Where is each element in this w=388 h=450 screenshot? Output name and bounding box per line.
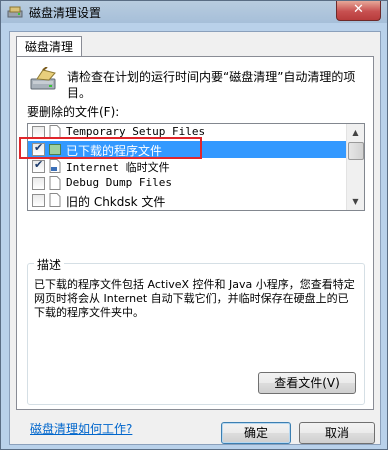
close-button[interactable]: ✕ (336, 1, 381, 21)
view-files-button[interactable]: 查看文件(V) (258, 372, 356, 394)
dialog-client-area: 磁盘清理 请检查在计划的运行时间内要“磁盘清理”自动清理的项目。 要删除的文件(… (9, 31, 381, 445)
file-icon (49, 193, 61, 207)
how-disk-cleanup-works-link[interactable]: 磁盘清理如何工作? (30, 420, 132, 437)
list-scrollbar[interactable]: ▲ ▼ (346, 124, 364, 210)
description-title: 描述 (34, 256, 65, 273)
list-item[interactable]: Internet 临时文件 (28, 158, 346, 175)
title-bar[interactable]: 磁盘清理设置 ✕ (1, 1, 387, 23)
list-item-label: 旧的 Chkdsk 文件 (66, 195, 166, 209)
tab-panel: 请检查在计划的运行时间内要“磁盘清理”自动清理的项目。 要删除的文件(F): T… (16, 56, 374, 410)
file-icon (49, 176, 61, 190)
close-icon: ✕ (353, 2, 364, 17)
scroll-up-arrow-icon[interactable]: ▲ (347, 124, 364, 141)
scroll-down-arrow-icon[interactable]: ▼ (347, 193, 364, 210)
disk-cleanup-icon (7, 6, 23, 18)
list-item-label: Internet 临时文件 (66, 161, 170, 174)
disk-cleanup-broom-icon (30, 67, 56, 90)
description-group: 描述 已下载的程序文件包括 ActiveX 控件和 Java 小程序，您查看特定… (27, 256, 365, 405)
instruction-text: 请检查在计划的运行时间内要“磁盘清理”自动清理的项目。 (67, 70, 356, 100)
window-title: 磁盘清理设置 (29, 6, 102, 20)
ok-button[interactable]: 确定 (221, 422, 291, 444)
checkbox[interactable] (32, 194, 45, 207)
list-item[interactable]: Debug Dump Files (28, 175, 346, 192)
tab-disk-cleanup[interactable]: 磁盘清理 (16, 36, 83, 57)
file-icon (49, 159, 61, 173)
disk-cleanup-settings-dialog: 磁盘清理设置 ✕ 磁盘清理 请检查在计划的运行时间内要“磁盘清理”自动清理的项目… (0, 0, 388, 450)
list-item-label: Debug Dump Files (66, 176, 172, 189)
checkbox[interactable] (32, 177, 45, 190)
scrollbar-thumb[interactable] (348, 142, 364, 160)
description-text: 已下载的程序文件包括 ActiveX 控件和 Java 小程序，您查看特定网页时… (34, 278, 355, 319)
cancel-button[interactable]: 取消 (299, 422, 375, 444)
files-to-delete-label: 要删除的文件(F): (27, 105, 120, 119)
list-item[interactable]: 旧的 Chkdsk 文件 (28, 192, 346, 209)
red-annotation-box (19, 137, 202, 159)
checkbox[interactable] (32, 158, 45, 173)
